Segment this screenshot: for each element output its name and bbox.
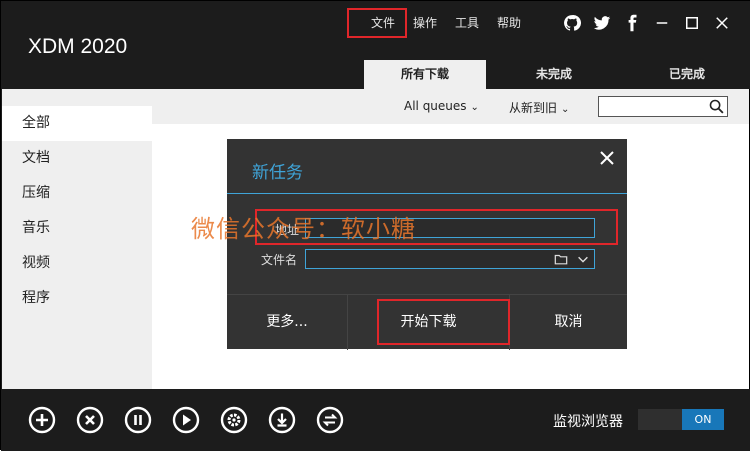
highlight-box-menu-file xyxy=(347,8,407,38)
chevron-down-icon[interactable] xyxy=(576,252,590,266)
cancel-button[interactable]: 取消 xyxy=(510,295,627,350)
convert-icon[interactable] xyxy=(316,406,344,434)
filename-input[interactable] xyxy=(305,249,595,269)
maximize-icon[interactable] xyxy=(677,12,707,34)
sidebar-item-music[interactable]: 音乐 xyxy=(2,211,152,246)
queue-filter-label: All queues xyxy=(404,99,467,113)
dialog-divider xyxy=(227,193,627,194)
add-download-icon[interactable] xyxy=(28,406,56,434)
sidebar: 全部 文档 压缩 音乐 视频 程序 xyxy=(2,89,152,389)
chevron-down-icon: ⌄ xyxy=(470,102,479,113)
menu-tools[interactable]: 工具 xyxy=(446,15,488,31)
search-icon[interactable] xyxy=(708,98,725,115)
tab-completed[interactable]: 已完成 xyxy=(622,60,750,89)
tab-incomplete[interactable]: 未完成 xyxy=(494,60,614,89)
sidebar-item-programs[interactable]: 程序 xyxy=(2,281,152,316)
sidebar-item-compressed[interactable]: 压缩 xyxy=(2,176,152,211)
watermark-text: 微信公众号：软小糖 xyxy=(191,215,416,243)
highlight-box-start xyxy=(377,299,510,345)
toggle-state: ON xyxy=(682,409,724,430)
sidebar-item-video[interactable]: 视频 xyxy=(2,246,152,281)
monitor-browser-toggle[interactable]: ON xyxy=(638,409,724,430)
pause-icon[interactable] xyxy=(124,406,152,434)
settings-gear-icon[interactable] xyxy=(220,406,248,434)
delete-icon[interactable] xyxy=(76,406,104,434)
twitter-icon[interactable] xyxy=(587,12,617,34)
window-controls xyxy=(557,12,737,34)
tab-bar: 所有下载 未完成 已完成 xyxy=(364,60,750,89)
filter-bar: All queues ⌄ 从新到旧 ⌄ xyxy=(152,89,749,124)
menu-help[interactable]: 帮助 xyxy=(488,15,530,31)
facebook-icon[interactable] xyxy=(617,12,647,34)
queue-filter-dropdown[interactable]: All queues ⌄ xyxy=(404,99,479,113)
sidebar-item-documents[interactable]: 文档 xyxy=(2,141,152,176)
folder-icon[interactable] xyxy=(554,252,568,266)
chevron-down-icon: ⌄ xyxy=(561,104,570,115)
resume-icon[interactable] xyxy=(172,406,200,434)
minimize-icon[interactable] xyxy=(647,12,677,34)
sort-label: 从新到旧 xyxy=(509,101,558,115)
tab-all-downloads[interactable]: 所有下载 xyxy=(364,60,486,89)
search-input[interactable] xyxy=(598,96,728,117)
download-icon[interactable] xyxy=(268,406,296,434)
filename-label: 文件名 xyxy=(261,253,298,267)
dialog-close-icon[interactable] xyxy=(599,150,615,166)
sidebar-item-all[interactable]: 全部 xyxy=(2,106,152,141)
app-window: XDM 2020 文件 操作 工具 帮助 所有下载 未完成 已完成 全部 文档 … xyxy=(0,0,750,451)
dialog-title: 新任务 xyxy=(252,163,303,183)
title-bar: XDM 2020 文件 操作 工具 帮助 所有下载 未完成 已完成 xyxy=(1,1,750,89)
menu-action[interactable]: 操作 xyxy=(404,15,446,31)
github-icon[interactable] xyxy=(557,12,587,34)
app-title: XDM 2020 xyxy=(28,35,128,58)
bottom-toolbar: 监视浏览器 ON xyxy=(1,389,750,451)
monitor-browser-label: 监视浏览器 xyxy=(553,414,623,430)
sort-dropdown[interactable]: 从新到旧 ⌄ xyxy=(509,99,569,116)
close-icon[interactable] xyxy=(707,12,737,34)
more-button[interactable]: 更多... xyxy=(227,295,348,350)
filename-actions xyxy=(554,252,590,266)
